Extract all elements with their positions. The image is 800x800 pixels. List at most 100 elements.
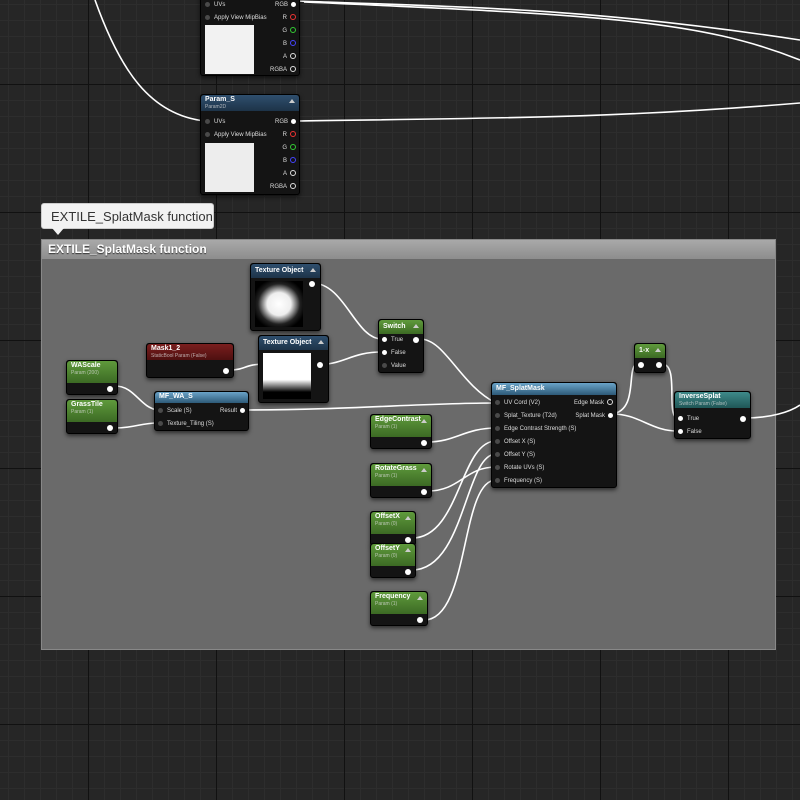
output-pin[interactable] <box>413 337 419 343</box>
mf-wa-s-function-node[interactable]: MF_WA_S Scale (S) Texture_Tiling (S) Res… <box>154 391 249 431</box>
output-pin[interactable]: G <box>282 144 296 152</box>
node-title: Mask1_2 <box>151 345 181 352</box>
output-pin[interactable] <box>740 416 746 422</box>
output-pin[interactable] <box>309 281 315 287</box>
output-pin[interactable] <box>317 362 323 368</box>
input-pin[interactable]: Rotate UVs (S) <box>495 464 544 472</box>
node-header[interactable]: Param_S Param2D <box>201 95 299 111</box>
mask-static-bool-node[interactable]: Mask1_2 StaticBool Param (False) <box>146 343 234 378</box>
input-pin[interactable]: Value <box>382 362 406 370</box>
output-pin[interactable] <box>421 440 427 446</box>
rotate-grass-param-node[interactable]: RotateGrass Param (1) <box>370 463 432 498</box>
input-pin[interactable]: False <box>382 349 406 357</box>
input-pin[interactable]: UV Cord (V2) <box>495 399 540 407</box>
output-pin[interactable] <box>107 386 113 392</box>
param-s-node[interactable]: Param_S Param2D UVs Apply View MipBias R… <box>200 94 300 195</box>
output-pin[interactable]: R <box>283 131 296 139</box>
input-pin[interactable]: Edge Contrast Strength (S) <box>495 425 576 433</box>
output-pin[interactable] <box>405 569 411 575</box>
collapse-arrow-icon[interactable] <box>413 324 419 328</box>
collapse-arrow-icon[interactable] <box>289 99 295 103</box>
node-header[interactable]: MF_WA_S <box>155 392 248 403</box>
node-title: GrassTile <box>71 401 103 408</box>
output-pin[interactable]: Splat Mask <box>575 412 613 420</box>
output-pin[interactable]: Edge Mask <box>574 399 613 407</box>
node-header[interactable]: MF_SplatMask <box>492 383 616 395</box>
node-header[interactable]: Frequency Param (1) <box>371 592 427 614</box>
collapse-arrow-icon[interactable] <box>421 468 427 472</box>
output-pin[interactable] <box>107 425 113 431</box>
input-pin[interactable]: UVs <box>205 1 225 9</box>
node-header[interactable]: 1-x <box>635 344 665 358</box>
output-pin[interactable]: Result <box>220 407 245 415</box>
texture-preview <box>263 353 311 399</box>
node-subtitle: StaticBool Param (False) <box>151 353 207 359</box>
collapse-arrow-icon[interactable] <box>421 419 427 423</box>
inverse-splat-switch-node[interactable]: InverseSplat Switch Param (False) True F… <box>674 391 751 439</box>
output-pin[interactable]: G <box>282 27 296 35</box>
comment-bubble[interactable]: EXTILE_SplatMask function <box>41 203 214 235</box>
output-pin[interactable]: RGBA <box>270 183 296 191</box>
node-header[interactable]: OffsetY Param (0) <box>371 544 415 566</box>
output-pin[interactable] <box>223 368 229 374</box>
output-pin[interactable]: A <box>283 170 296 178</box>
node-header[interactable]: OffsetX Param (0) <box>371 512 415 534</box>
node-subtitle: Param (0) <box>375 553 398 559</box>
wa-scale-param-node[interactable]: WAScale Param (200) <box>66 360 118 395</box>
node-header[interactable]: WAScale Param (200) <box>67 361 117 383</box>
output-pin[interactable]: RGBA <box>270 66 296 74</box>
input-pin[interactable]: Frequency (S) <box>495 477 542 485</box>
input-pin[interactable]: Scale (S) <box>158 407 192 415</box>
node-subtitle: Param2D <box>205 104 227 110</box>
node-subtitle: Switch Param (False) <box>679 401 727 407</box>
node-header[interactable]: Mask1_2 StaticBool Param (False) <box>147 344 233 360</box>
frequency-param-node[interactable]: Frequency Param (1) <box>370 591 428 626</box>
node-subtitle: Param (200) <box>71 370 99 376</box>
edge-contrast-param-node[interactable]: EdgeContrast Param (1) <box>370 414 432 449</box>
input-pin[interactable]: Texture_Tiling (S) <box>158 420 214 428</box>
texture-sample-node[interactable]: UVs Apply View MipBias RGB R G B A RGBA <box>200 0 300 76</box>
input-pin[interactable]: Apply View MipBias <box>205 14 267 22</box>
node-header[interactable]: InverseSplat Switch Param (False) <box>675 392 750 408</box>
output-pin[interactable] <box>421 489 427 495</box>
texture-object-node[interactable]: Texture Object <box>250 263 321 331</box>
node-header[interactable]: Switch <box>379 320 423 334</box>
output-pin[interactable] <box>656 362 662 368</box>
output-pin[interactable] <box>417 617 423 623</box>
switch-node[interactable]: Switch True False Value <box>378 319 424 373</box>
input-pin[interactable]: Splat_Texture (T2d) <box>495 412 557 420</box>
collapse-arrow-icon[interactable] <box>310 268 316 272</box>
output-pin[interactable]: R <box>283 14 296 22</box>
input-pin[interactable]: False <box>678 428 702 436</box>
node-header[interactable]: EdgeContrast Param (1) <box>371 415 431 437</box>
node-title: MF_SplatMask <box>496 385 545 392</box>
input-pin[interactable]: UVs <box>205 118 225 126</box>
texture-object-node[interactable]: Texture Object <box>258 335 329 403</box>
input-pin[interactable]: Apply View MipBias <box>205 131 267 139</box>
node-header[interactable]: RotateGrass Param (1) <box>371 464 431 486</box>
node-header[interactable]: Texture Object <box>259 336 328 350</box>
node-header[interactable]: Texture Object <box>251 264 320 278</box>
output-pin[interactable]: A <box>283 53 296 61</box>
output-pin[interactable]: B <box>283 157 296 165</box>
offset-x-param-node[interactable]: OffsetX Param (0) <box>370 511 416 546</box>
input-pin[interactable] <box>638 362 644 368</box>
input-pin[interactable]: True <box>382 336 403 344</box>
collapse-arrow-icon[interactable] <box>417 596 423 600</box>
collapse-arrow-icon[interactable] <box>655 348 661 352</box>
one-minus-node[interactable]: 1-x <box>634 343 666 373</box>
input-pin[interactable]: Offset X (S) <box>495 438 535 446</box>
input-pin[interactable]: True <box>678 415 699 423</box>
output-pin[interactable]: RGB <box>275 118 296 126</box>
grass-tile-param-node[interactable]: GrassTile Param (1) <box>66 399 118 434</box>
offset-y-param-node[interactable]: OffsetY Param (0) <box>370 543 416 578</box>
output-pin[interactable]: B <box>283 40 296 48</box>
collapse-arrow-icon[interactable] <box>405 516 411 520</box>
output-pin[interactable]: RGB <box>275 1 296 9</box>
mf-splat-mask-function-node[interactable]: MF_SplatMask UV Cord (V2) Splat_Texture … <box>491 382 617 488</box>
comment-title[interactable]: EXTILE_SplatMask function <box>42 240 775 259</box>
node-header[interactable]: GrassTile Param (1) <box>67 400 117 422</box>
collapse-arrow-icon[interactable] <box>318 340 324 344</box>
input-pin[interactable]: Offset Y (S) <box>495 451 535 459</box>
collapse-arrow-icon[interactable] <box>405 548 411 552</box>
